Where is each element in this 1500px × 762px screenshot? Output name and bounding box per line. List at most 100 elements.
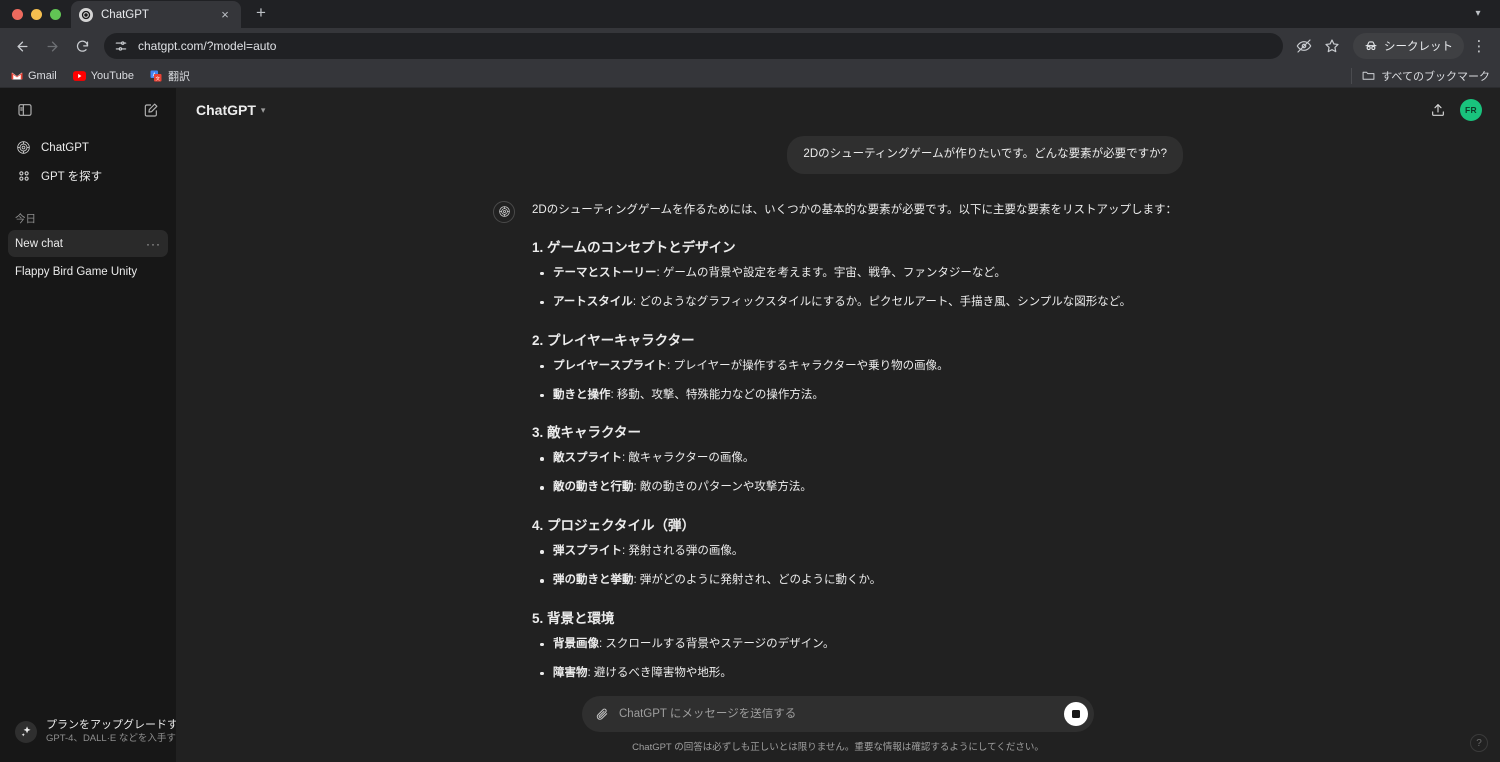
upgrade-subtitle: GPT-4、DALL·E などを入手する [46, 732, 186, 744]
sidebar: ChatGPT GPT を探す 今日 New chat ··· Flappy B… [0, 88, 189, 762]
all-bookmarks-button[interactable]: すべてのブックマーク [1351, 67, 1490, 84]
sidebar-chat-new-chat[interactable]: New chat ··· [8, 230, 168, 257]
list-item: アートスタイル: どのようなグラフィックスタイルにするか。ピクセルアート、手描き… [532, 293, 1183, 313]
page-settings-icon[interactable] [112, 38, 129, 55]
address-bar[interactable]: chatgpt.com/?model=auto [104, 33, 1283, 59]
close-tab-icon[interactable]: × [217, 7, 233, 23]
section-heading: 2. プレイヤーキャラクター [532, 332, 695, 348]
section-list: 背景画像: スクロールする背景やステージのデザイン。 障害物: 避けるべき障害物… [532, 635, 1183, 684]
message-composer[interactable] [582, 696, 1094, 732]
list-item-desc: : どのようなグラフィックスタイルにするか。ピクセルアート、手描き風、シンプルな… [632, 295, 1132, 308]
all-bookmarks-label: すべてのブックマーク [1381, 70, 1490, 83]
maximize-window-button[interactable] [50, 8, 61, 20]
sidebar-section-label: 今日 [15, 212, 36, 225]
list-item-term: 弾スプライト [553, 545, 622, 558]
sidebar-item-label: ChatGPT [41, 141, 89, 154]
chatgpt-favicon [79, 7, 93, 22]
section-list: 弾スプライト: 発射される弾の画像。 弾の動きと挙動: 弾がどのように発射され、… [532, 542, 1183, 591]
chat-title: New chat [15, 237, 63, 250]
incognito-indicator[interactable]: シークレット [1353, 33, 1464, 59]
disclaimer-text: ChatGPT の回答は必ずしも正しいとは限りません。重要な情報は確認するように… [632, 742, 1044, 753]
list-item-term: 敵の動きと行動 [553, 481, 634, 494]
avatar[interactable]: FR [1460, 99, 1482, 121]
paperclip-icon[interactable] [594, 707, 609, 722]
list-item-desc: : 移動、攻撃、特殊能力などの操作方法。 [610, 388, 824, 401]
svg-text:文: 文 [156, 74, 161, 81]
tab-search-chevron-down-icon[interactable]: ▾ [1464, 0, 1492, 27]
section-list: テーマとストーリー: ゲームの背景や設定を考えます。宇宙、戦争、ファンタジーなど… [532, 264, 1183, 313]
section-heading: 3. 敵キャラクター [532, 425, 641, 441]
sidebar-header [8, 92, 168, 128]
list-item-term: プレイヤースプライト [553, 359, 668, 372]
list-item-term: アートスタイル [553, 295, 633, 308]
bookmarks-bar: Gmail YouTube A 文 翻訳 [0, 64, 1500, 88]
folder-icon [1362, 69, 1375, 82]
stop-square-icon [1072, 710, 1080, 718]
list-item-desc: : 避けるべき障害物や地形。 [587, 666, 732, 679]
chatgpt-logo-icon [15, 139, 32, 156]
list-item: 敵の動きと行動: 敵の動きのパターンや攻撃方法。 [532, 478, 1183, 498]
main-area: ChatGPT ▾ FR 2Dのシューティングゲームが作りたいです。どんな要素が… [176, 88, 1500, 762]
sidebar-toggle-icon[interactable] [12, 97, 38, 123]
back-button[interactable] [8, 32, 36, 60]
minimize-window-button[interactable] [31, 8, 42, 20]
section-list: 敵スプライト: 敵キャラクターの画像。 敵の動きと行動: 敵の動きのパターンや攻… [532, 449, 1183, 498]
bookmark-youtube[interactable]: YouTube [72, 69, 134, 82]
browser-menu-button[interactable]: ⋮ [1466, 33, 1492, 59]
eye-off-icon[interactable] [1291, 33, 1317, 59]
tab-title: ChatGPT [101, 8, 149, 21]
sparkle-icon [15, 720, 37, 743]
sidebar-chat-list: New chat ··· Flappy Bird Game Unity [8, 230, 168, 285]
gmail-icon [10, 69, 23, 82]
list-item: 背景画像: スクロールする背景やステージのデザイン。 [532, 635, 1183, 655]
list-item-term: 動きと操作 [553, 388, 611, 401]
list-item-desc: : ゲームの背景や設定を考えます。宇宙、戦争、ファンタジーなど。 [656, 266, 1006, 279]
list-item-term: テーマとストーリー [553, 266, 657, 279]
list-item: テーマとストーリー: ゲームの背景や設定を考えます。宇宙、戦争、ファンタジーなど… [532, 264, 1183, 284]
assistant-message-body: 2Dのシューティングゲームを作るためには、いくつかの基本的な要素が必要です。以下… [532, 200, 1183, 696]
bookmark-label: Gmail [28, 69, 57, 82]
list-item: 障害物: 避けるべき障害物や地形。 [532, 664, 1183, 684]
incognito-label: シークレット [1384, 41, 1453, 53]
bookmark-gmail[interactable]: Gmail [10, 69, 57, 82]
conversation-thread: 2Dのシューティングゲームが作りたいです。どんな要素が必要ですか? 2Dのシュー… [176, 128, 1500, 696]
stop-generating-button[interactable] [1064, 702, 1088, 726]
list-item-desc: : スクロールする背景やステージのデザイン。 [599, 637, 835, 650]
close-window-button[interactable] [12, 8, 23, 20]
list-item: 動きと操作: 移動、攻撃、特殊能力などの操作方法。 [532, 386, 1183, 406]
browser-tab-chatgpt[interactable]: ChatGPT × [71, 1, 241, 28]
list-item: 弾の動きと挙動: 弾がどのように発射され、どのように動くか。 [532, 571, 1183, 591]
list-item: 敵スプライト: 敵キャラクターの画像。 [532, 449, 1183, 469]
new-tab-button[interactable]: + [247, 0, 275, 27]
upgrade-plan-button[interactable]: プランをアップグレードする GPT-4、DALL·E などを入手する [8, 710, 189, 753]
list-item-desc: : 弾がどのように発射され、どのように動くか。 [633, 574, 882, 586]
reload-button[interactable] [68, 32, 96, 60]
user-message-row: 2Dのシューティングゲームが作りたいです。どんな要素が必要ですか? [493, 136, 1183, 174]
sidebar-item-explore-gpts[interactable]: GPT を探す [8, 162, 168, 189]
tab-strip: ChatGPT × + ▾ [0, 0, 1500, 28]
bookmark-label: 翻訳 [167, 70, 190, 83]
bookmark-star-icon[interactable] [1319, 33, 1345, 59]
sidebar-nav: ChatGPT GPT を探す [8, 134, 168, 189]
section-list: プレイヤースプライト: プレイヤーが操作するキャラクターや乗り物の画像。 動きと… [532, 357, 1183, 406]
conversation-header: ChatGPT ▾ FR [176, 92, 1500, 128]
sidebar-item-label: GPT を探す [41, 170, 103, 183]
composer-area: ChatGPT の回答は必ずしも正しいとは限りません。重要な情報は確認するように… [176, 696, 1500, 762]
model-selector[interactable]: ChatGPT ▾ [188, 96, 273, 124]
bookmark-translate[interactable]: A 文 翻訳 [150, 68, 190, 84]
youtube-icon [72, 69, 86, 82]
list-item-term: 弾の動きと挙動 [553, 574, 634, 586]
share-upload-icon[interactable] [1424, 96, 1452, 124]
list-item-desc: : 発射される弾の画像。 [622, 545, 744, 558]
sidebar-item-chatgpt[interactable]: ChatGPT [8, 134, 168, 161]
list-item-term: 背景画像 [553, 637, 599, 650]
new-chat-pencil-icon[interactable] [138, 97, 164, 123]
chat-options-icon[interactable]: ··· [146, 238, 161, 250]
sidebar-chat-flappy-bird[interactable]: Flappy Bird Game Unity [8, 258, 168, 285]
help-button[interactable]: ? [1470, 734, 1488, 752]
section-heading: 5. 背景と環境 [532, 610, 615, 626]
forward-button[interactable] [38, 32, 66, 60]
message-input[interactable] [619, 708, 1054, 720]
url-text: chatgpt.com/?model=auto [138, 39, 277, 53]
